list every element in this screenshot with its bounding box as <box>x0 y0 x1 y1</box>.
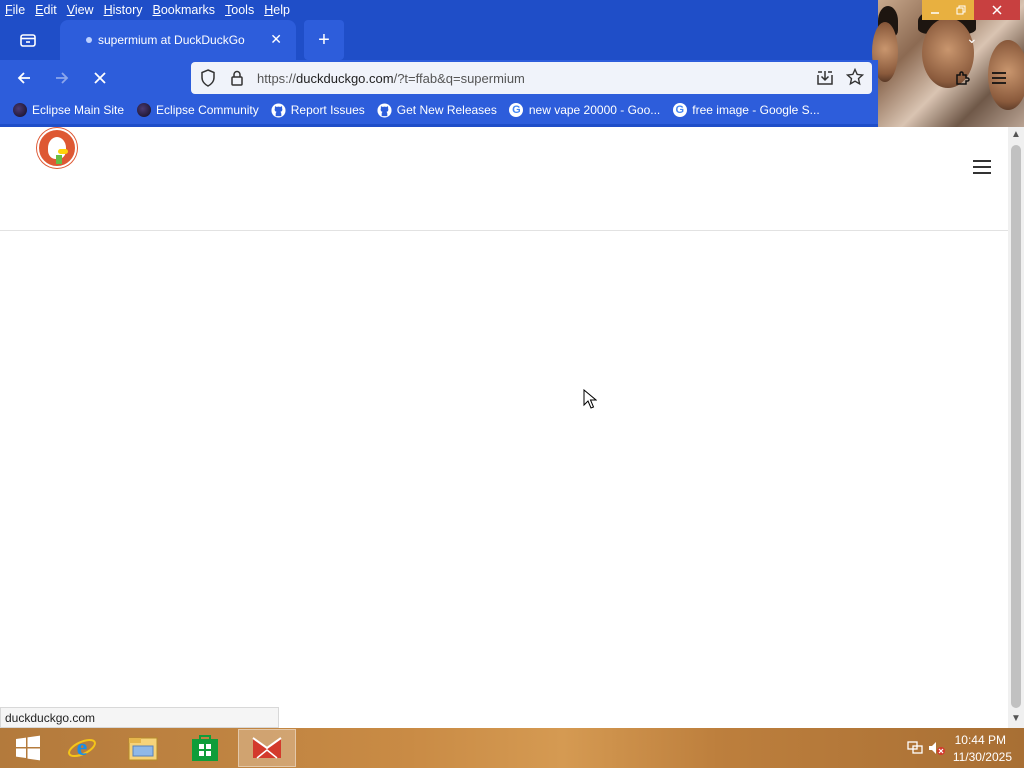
back-button[interactable] <box>10 64 38 92</box>
bookmark-free-image[interactable]: G free image - Google S... <box>672 103 820 118</box>
browser-chrome: File Edit View History Bookmarks Tools H… <box>0 0 1024 127</box>
bookmark-eclipse-main-site[interactable]: Eclipse Main Site <box>12 103 124 118</box>
google-icon: G <box>672 103 687 117</box>
taskbar-internet-explorer[interactable]: e <box>54 729 110 767</box>
taskbar-file-explorer[interactable] <box>115 729 171 767</box>
browser-app-icon <box>252 737 282 759</box>
taskbar-store[interactable] <box>177 729 233 767</box>
url-path: /?t=ffab&q=supermium <box>393 71 525 86</box>
menu-edit[interactable]: Edit <box>30 0 62 20</box>
lock-icon[interactable] <box>230 69 244 87</box>
bookmark-label: Eclipse Community <box>156 103 259 117</box>
menu-file[interactable]: File <box>0 0 30 20</box>
bookmark-eclipse-community[interactable]: Eclipse Community <box>136 103 259 118</box>
scroll-up-icon[interactable]: ▲ <box>1011 129 1021 140</box>
bookmark-label: Eclipse Main Site <box>32 103 125 117</box>
url-text[interactable]: https://duckduckgo.com/?t=ffab&q=supermi… <box>257 71 525 86</box>
hamburger-line <box>973 172 991 174</box>
tracking-protection-shield-icon[interactable] <box>200 69 216 87</box>
internet-explorer-icon: e <box>68 735 96 761</box>
github-icon <box>271 102 286 118</box>
mouse-cursor-icon <box>583 389 597 409</box>
system-tray: 10:44 PM 11/30/2025 <box>884 728 1024 768</box>
clock-date[interactable]: 11/30/2025 <box>953 750 1012 764</box>
bookmarks-toolbar: Eclipse Main Site Eclipse Community Repo… <box>0 96 878 124</box>
page-scrollbar[interactable]: ▲ ▼ <box>1008 127 1024 728</box>
url-host: duckduckgo.com <box>296 71 394 86</box>
bookmark-label: new vape 20000 - Goo... <box>528 103 661 117</box>
tab-overview-icon <box>20 34 36 47</box>
back-arrow-icon <box>17 72 30 84</box>
folder-icon <box>128 737 158 761</box>
forward-arrow-icon <box>56 72 69 84</box>
hamburger-menu-icon <box>992 72 1006 84</box>
close-icon <box>992 5 1002 15</box>
scroll-down-icon[interactable]: ▼ <box>1011 713 1021 724</box>
site-menu-button[interactable] <box>973 160 991 174</box>
menu-view[interactable]: View <box>62 0 99 20</box>
bookmark-label: Get New Releases <box>396 103 497 117</box>
github-icon <box>377 102 392 118</box>
firefox-view-button[interactable] <box>6 24 50 56</box>
menu-history[interactable]: History <box>99 0 148 20</box>
network-icon[interactable] <box>906 740 924 756</box>
download-icon[interactable] <box>816 69 834 87</box>
menu-bar: File Edit View History Bookmarks Tools H… <box>0 0 295 20</box>
stop-loading-button[interactable] <box>86 64 114 92</box>
duckduckgo-logo[interactable] <box>37 128 77 168</box>
start-button[interactable] <box>0 729 56 767</box>
volume-muted-icon[interactable] <box>928 740 946 756</box>
clock-time[interactable]: 10:44 PM <box>955 733 1006 747</box>
windows-taskbar: e 10:44 PM 11/30/2025 <box>0 728 1024 768</box>
puzzle-piece-icon <box>956 71 970 85</box>
loading-indicator-icon <box>86 37 92 43</box>
url-scheme: https:// <box>257 71 297 86</box>
app-menu-button[interactable] <box>985 64 1013 92</box>
extensions-button[interactable] <box>948 64 976 92</box>
bookmark-star-icon[interactable] <box>846 68 864 86</box>
taskbar-browser-active[interactable] <box>238 729 296 767</box>
close-window-button[interactable] <box>974 0 1020 20</box>
menu-tools[interactable]: Tools <box>220 0 259 20</box>
forward-button[interactable] <box>48 64 76 92</box>
svg-text:e: e <box>77 735 88 761</box>
hamburger-line <box>973 166 991 168</box>
minimize-button[interactable] <box>922 0 948 20</box>
bookmark-get-new-releases[interactable]: Get New Releases <box>377 102 497 118</box>
web-page-content <box>0 127 1008 728</box>
restore-icon <box>956 5 966 15</box>
bookmark-label: Report Issues <box>290 103 365 117</box>
restore-button[interactable] <box>948 0 974 20</box>
menu-help[interactable]: Help <box>259 0 295 20</box>
header-divider <box>0 230 1008 231</box>
stop-icon <box>94 72 106 84</box>
navigation-toolbar: https://duckduckgo.com/?t=ffab&q=supermi… <box>0 60 1006 96</box>
eclipse-icon <box>12 103 27 117</box>
menu-bookmarks[interactable]: Bookmarks <box>148 0 221 20</box>
duck-bowtie <box>56 155 62 164</box>
bookmark-label: free image - Google S... <box>692 103 820 117</box>
windows-logo-icon <box>16 735 40 761</box>
hamburger-line <box>973 160 991 162</box>
status-link-preview: duckduckgo.com <box>0 707 279 728</box>
address-bar[interactable]: https://duckduckgo.com/?t=ffab&q=supermi… <box>191 62 872 94</box>
minimize-icon <box>931 12 939 14</box>
plus-icon: + <box>318 28 330 51</box>
eclipse-icon <box>136 103 151 117</box>
scrollbar-thumb[interactable] <box>1011 145 1021 708</box>
tab-close-icon[interactable]: ✕ <box>270 31 282 48</box>
tab-duckduckgo[interactable]: supermium at DuckDuckGo ✕ <box>60 20 296 60</box>
list-all-tabs-icon[interactable]: ⌄ <box>966 30 978 47</box>
duck-beak <box>58 149 68 154</box>
tab-strip: supermium at DuckDuckGo ✕ + ⌄ <box>0 20 978 60</box>
store-icon <box>192 735 218 761</box>
bookmark-report-issues[interactable]: Report Issues <box>271 102 365 118</box>
bookmark-new-vape[interactable]: G new vape 20000 - Goo... <box>509 103 660 118</box>
google-icon: G <box>509 103 524 117</box>
tab-title: supermium at DuckDuckGo <box>98 33 245 47</box>
new-tab-button[interactable]: + <box>304 20 344 60</box>
